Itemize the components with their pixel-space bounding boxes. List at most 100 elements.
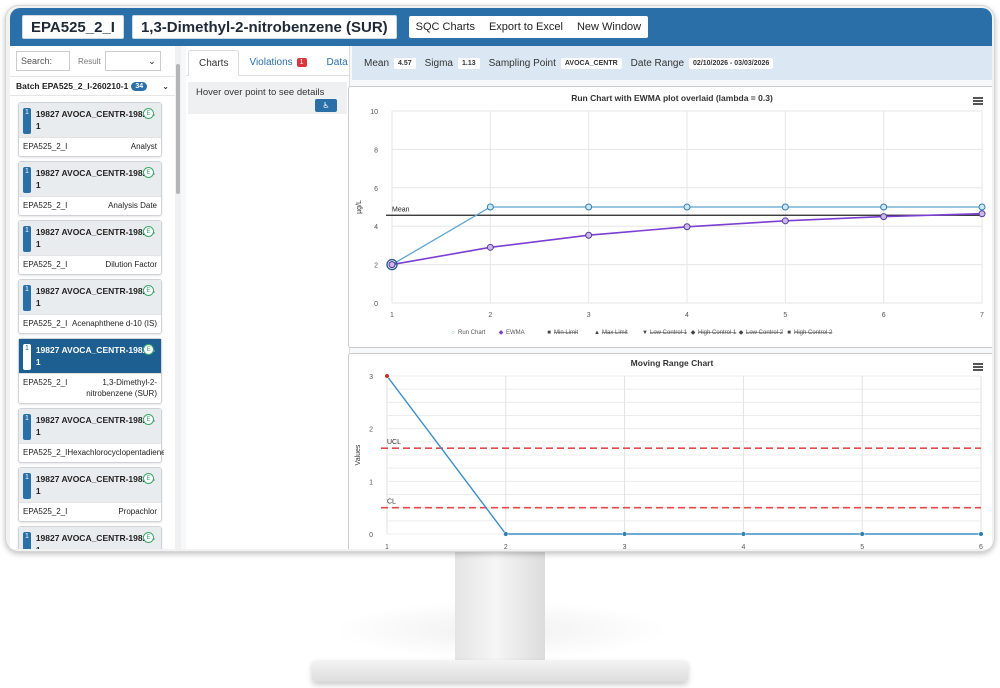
tab-violations[interactable]: Violations 1 xyxy=(239,49,316,75)
data-point xyxy=(978,210,986,218)
mean-label: Mean xyxy=(392,206,410,213)
hover-details: Hover over point to see details ♿ xyxy=(188,82,347,114)
y-tick-label: 8 xyxy=(374,147,378,154)
x-tick-label: 6 xyxy=(979,544,983,549)
sample-list: 1 19827 AVOCA_CENTR-19826-1 E EPA525_2_I Ana… xyxy=(14,98,164,549)
sample-number: 1 xyxy=(23,532,31,549)
data-point xyxy=(622,531,628,537)
data-point xyxy=(384,373,390,379)
sample-card[interactable]: 1 19827 AVOCA_CENTR-19826-1 E EPA525_2_I Dil… xyxy=(18,220,162,275)
hover-hint: Hover over point to see details xyxy=(196,87,325,98)
sample-card[interactable]: 1 19827 AVOCA_CENTR-19826-1 E EPA525_2_I Ace… xyxy=(18,279,162,334)
sample-status-badge: E xyxy=(143,532,154,543)
sample-analyte: Acenaphthene d-10 (IS) xyxy=(72,319,157,328)
cl-label: CL xyxy=(387,499,396,506)
tab-charts[interactable]: Charts xyxy=(188,50,240,76)
data-point xyxy=(859,531,865,537)
y-tick-label: 3 xyxy=(369,374,373,381)
sample-number: 1 xyxy=(23,108,31,134)
sample-method: EPA525_2_I xyxy=(23,260,68,269)
new-window-button[interactable]: New Window xyxy=(570,16,648,38)
batch-label: Batch EPA525_2_I-260210-1 xyxy=(16,81,129,91)
x-tick-label: 7 xyxy=(980,312,984,319)
scrollbar-thumb[interactable] xyxy=(176,64,180,194)
batch-count-badge: 34 xyxy=(131,81,148,91)
legend-marker: ▲ xyxy=(594,330,600,336)
x-tick-label: 2 xyxy=(504,544,508,549)
y-tick-label: 0 xyxy=(369,532,373,539)
sample-number: 1 xyxy=(23,344,31,370)
sidebar-scrollbar[interactable] xyxy=(175,46,181,549)
sqc-charts-button[interactable]: SQC Charts xyxy=(409,16,482,38)
run-chart-menu-icon[interactable] xyxy=(973,97,983,105)
sample-number: 1 xyxy=(23,414,31,440)
x-tick-label: 1 xyxy=(385,544,389,549)
sample-card[interactable]: 1 19827 AVOCA_CENTR-19826-1 E EPA525_2_I 1,3… xyxy=(18,338,162,404)
sample-header: 119827 AVOCA_CENTR-19826-1E xyxy=(19,162,161,196)
data-point xyxy=(781,217,789,225)
y-tick-label: 6 xyxy=(374,186,378,193)
y-tick-label: 0 xyxy=(374,301,378,308)
legend-item: High Control 2 xyxy=(794,330,833,336)
stats-bar: Mean 4.57 Sigma 1.13 Sampling Point AVOC… xyxy=(352,46,992,80)
x-tick-label: 3 xyxy=(623,544,627,549)
legend-marker: ◆ xyxy=(739,330,744,336)
data-point xyxy=(781,203,789,211)
tab-violations-label: Violations xyxy=(249,56,293,68)
sample-number: 1 xyxy=(23,167,31,193)
moving-range-chart: 0 1 2 3 1 2 3 4 5 6 Values UCL CL xyxy=(355,373,984,549)
sample-number: 1 xyxy=(23,473,31,499)
chevron-down-icon: ⌄ xyxy=(162,81,169,91)
batch-selector[interactable]: Batch EPA525_2_I-260210-1 34 ⌄ xyxy=(10,76,175,96)
legend-marker: ▼ xyxy=(642,330,648,336)
sample-analyte: Hexachlorocyclopentadiene xyxy=(67,448,164,457)
sample-card[interactable]: 1 19827 AVOCA_CENTR-19826-1 E EPA525_2_I Ana… xyxy=(18,161,162,216)
data-point xyxy=(585,203,593,211)
sample-card[interactable]: 119827 AVOCA_CENTR-19826-1EEPA525_2_IHex… xyxy=(18,526,162,549)
sample-header: 119827 AVOCA_CENTR-19826-1E xyxy=(19,527,161,549)
sample-title: 19827 AVOCA_CENTR-19826-1 xyxy=(35,168,155,190)
x-tick-label: 2 xyxy=(488,312,492,319)
details-panel: Charts Violations 1 Data Hover over poin… xyxy=(186,46,350,549)
search-row: Search: Result ⌄ xyxy=(10,46,175,76)
detail-tabs: Charts Violations 1 Data xyxy=(186,46,349,76)
x-tick-label: 1 xyxy=(390,312,394,319)
legend-item: Low Control 2 xyxy=(746,330,784,336)
data-point xyxy=(740,531,746,537)
y-tick-label: 10 xyxy=(370,109,378,116)
run-chart-title: Run Chart with EWMA plot overlaid (lambd… xyxy=(571,93,773,103)
sample-card[interactable]: 1 19827 AVOCA_CENTR-19826-1 E EPA525_2_I Pro… xyxy=(18,467,162,522)
sampling-point-value: AVOCA_CENTR xyxy=(560,57,622,69)
run-chart: 02468101 2 3 4 5 6 7µg/L Mean○ Run Chart ◆ EWMA ■ Mi… xyxy=(356,109,986,336)
data-point xyxy=(978,531,984,537)
sample-details: EPA525_2_I Hexachlorocyclopentadiene xyxy=(19,443,164,462)
ucl-label: UCL xyxy=(387,439,401,446)
result-dropdown[interactable]: ⌄ xyxy=(104,51,161,71)
export-excel-button[interactable]: Export to Excel xyxy=(482,16,570,38)
y-axis-label: µg/L xyxy=(356,200,363,214)
mean-label: Mean xyxy=(364,57,390,69)
sample-header: 119827 AVOCA_CENTR-19826-1E xyxy=(19,409,161,443)
chevron-down-icon: ⌄ xyxy=(148,55,156,66)
sample-header: 119827 AVOCA_CENTR-19826-1E xyxy=(19,103,161,137)
monitor-stand-base xyxy=(312,660,688,682)
sigma-value: 1.13 xyxy=(458,57,480,69)
search-input[interactable]: Search: xyxy=(16,51,70,71)
data-point xyxy=(683,223,691,231)
sample-header: 119827 AVOCA_CENTR-19826-1E xyxy=(19,280,161,314)
header-actions: SQC Charts Export to Excel New Window xyxy=(408,16,649,38)
y-tick-label: 1 xyxy=(369,479,373,486)
accessibility-button[interactable]: ♿ xyxy=(315,99,337,112)
legend-marker: ○ xyxy=(451,330,455,336)
sample-number: 1 xyxy=(23,226,31,252)
sample-number: 1 xyxy=(23,285,31,311)
accessibility-icon: ♿ xyxy=(322,101,330,110)
sample-card[interactable]: 1 19827 AVOCA_CENTR-19826-1 E EPA525_2_I Ana… xyxy=(18,102,162,157)
data-point xyxy=(978,203,986,211)
sample-card[interactable]: 119827 AVOCA_CENTR-19826-1EEPA525_2_IHex… xyxy=(18,408,164,463)
sample-title: 19827 AVOCA_CENTR-19826-1 xyxy=(35,345,155,367)
sample-analyte: Dilution Factor xyxy=(105,260,157,269)
sample-title: 19827 AVOCA_CENTR-19826-1 xyxy=(35,109,155,131)
sample-analyte: Analyst xyxy=(130,142,157,151)
moving-range-menu-icon[interactable] xyxy=(973,363,983,371)
